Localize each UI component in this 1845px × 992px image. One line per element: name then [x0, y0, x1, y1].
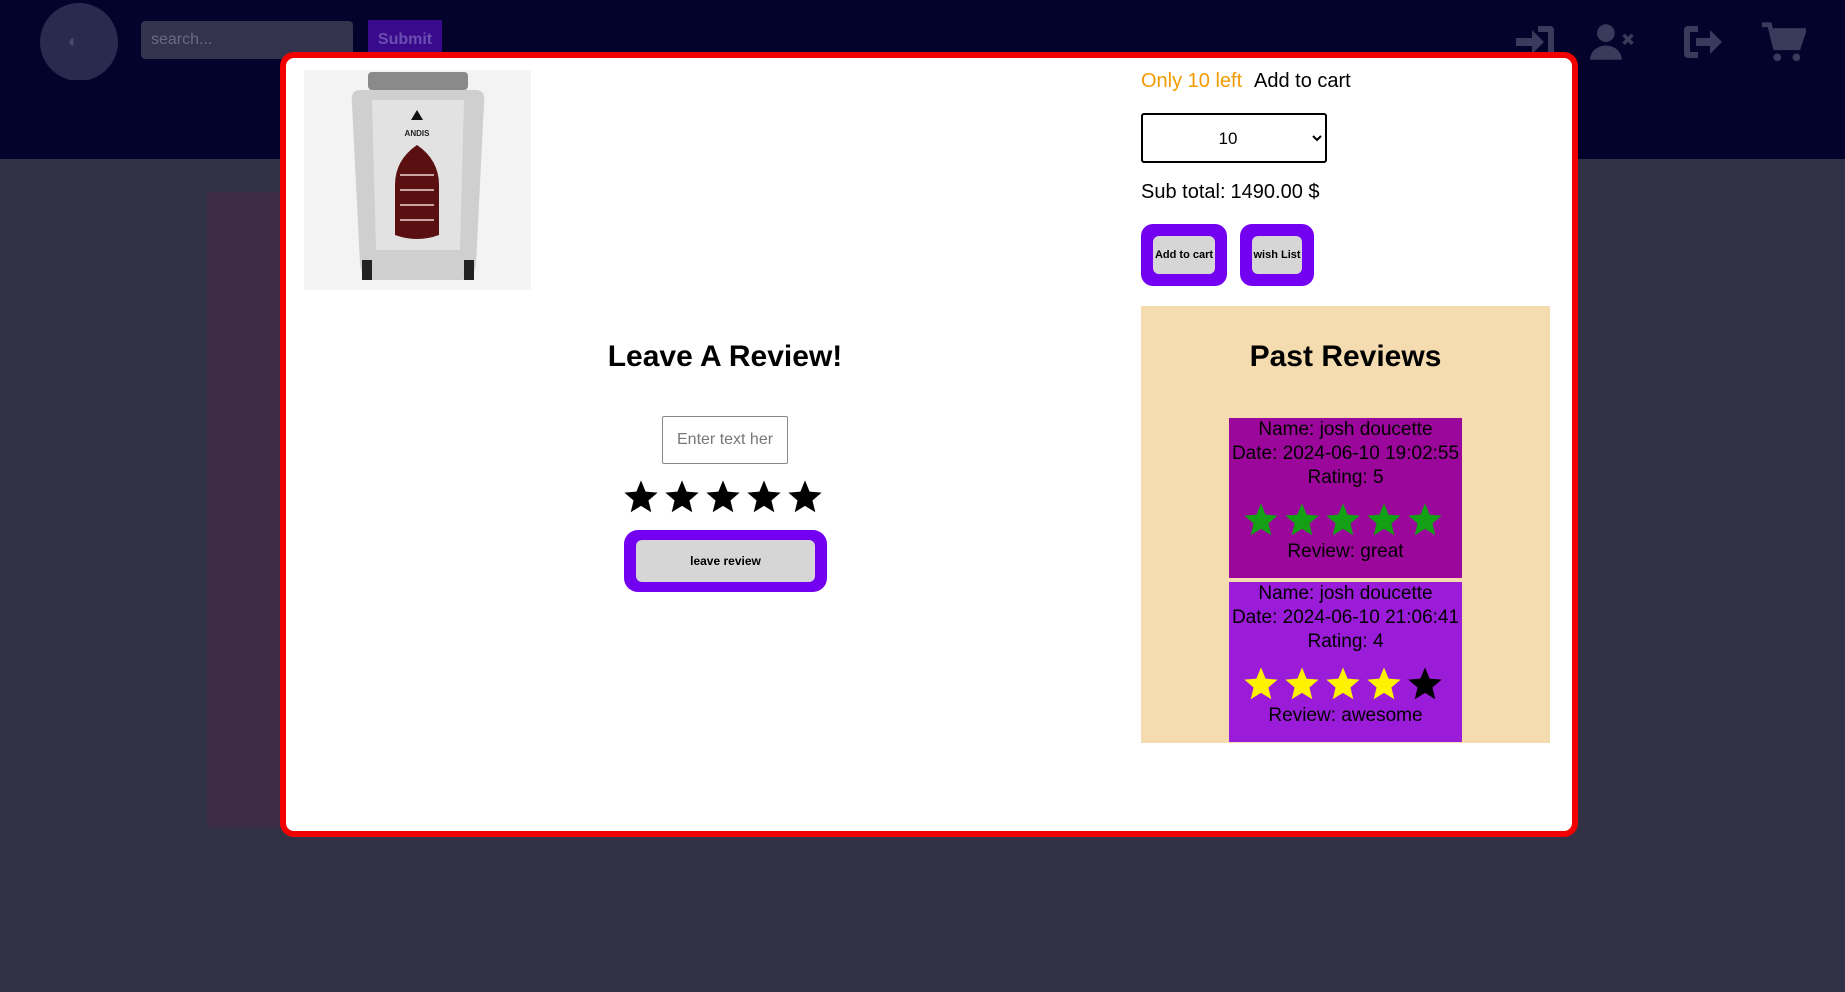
star-filled-icon	[1366, 667, 1401, 700]
past-reviews-panel: Past Reviews Name: josh doucette Date: 2…	[1141, 306, 1550, 743]
star-icon[interactable]	[622, 478, 660, 516]
cart-icon[interactable]	[1760, 20, 1808, 64]
leave-review-button-label: leave review	[636, 540, 815, 582]
review-text: Review: great	[1287, 541, 1404, 562]
rating-star-input[interactable]	[622, 478, 824, 516]
star-filled-icon	[1284, 503, 1319, 536]
review-name: Name: josh doucette	[1258, 583, 1433, 604]
star-filled-icon	[1243, 667, 1278, 700]
product-image: ANDIS	[304, 70, 531, 290]
review-name: Name: josh doucette	[1258, 419, 1433, 440]
review-card: Name: josh doucette Date: 2024-06-10 21:…	[1229, 582, 1462, 742]
review-rating: Rating: 4	[1307, 631, 1384, 652]
star-empty-icon	[1407, 667, 1442, 700]
review-text: Review: awesome	[1268, 705, 1423, 726]
subtotal-value: 1490.00 $	[1230, 181, 1320, 203]
star-filled-icon	[1243, 503, 1278, 536]
logo[interactable]: ◐	[40, 3, 118, 81]
wishlist-button-label: wish List	[1252, 236, 1302, 274]
star-icon[interactable]	[786, 478, 824, 516]
review-stars	[1229, 501, 1462, 539]
star-filled-icon	[1284, 667, 1319, 700]
star-filled-icon	[1407, 503, 1442, 536]
star-filled-icon	[1325, 667, 1360, 700]
star-icon[interactable]	[663, 478, 701, 516]
star-icon[interactable]	[704, 478, 742, 516]
review-date: Date: 2024-06-10 21:06:41	[1231, 607, 1460, 628]
leave-review-button[interactable]: leave review	[624, 530, 827, 592]
star-filled-icon	[1325, 503, 1360, 536]
logout-icon[interactable]	[1680, 20, 1726, 64]
wishlist-button[interactable]: wish List	[1240, 224, 1314, 286]
stock-label: Only 10 left	[1141, 70, 1243, 92]
quantity-select[interactable]: 10	[1141, 113, 1327, 163]
svg-text:ANDIS: ANDIS	[405, 129, 431, 138]
add-to-cart-button-label: Add to cart	[1153, 236, 1215, 274]
review-stars	[1229, 665, 1462, 703]
leave-review-title: Leave A Review!	[607, 340, 843, 373]
review-date: Date: 2024-06-10 19:02:55	[1231, 443, 1460, 464]
review-text-input[interactable]	[662, 416, 788, 464]
subtotal: Sub total: 1490.00 $	[1141, 181, 1320, 204]
star-icon[interactable]	[745, 478, 783, 516]
cart-logo-icon: ◐	[68, 31, 79, 51]
review-card: Name: josh doucette Date: 2024-06-10 19:…	[1229, 418, 1462, 578]
past-reviews-title: Past Reviews	[1249, 340, 1442, 373]
subtotal-label: Sub total:	[1141, 181, 1226, 203]
review-rating: Rating: 5	[1307, 467, 1384, 488]
remove-user-icon[interactable]	[1590, 20, 1636, 64]
star-filled-icon	[1366, 503, 1401, 536]
add-to-cart-label: Add to cart	[1254, 70, 1351, 92]
add-to-cart-button[interactable]: Add to cart	[1141, 224, 1227, 286]
